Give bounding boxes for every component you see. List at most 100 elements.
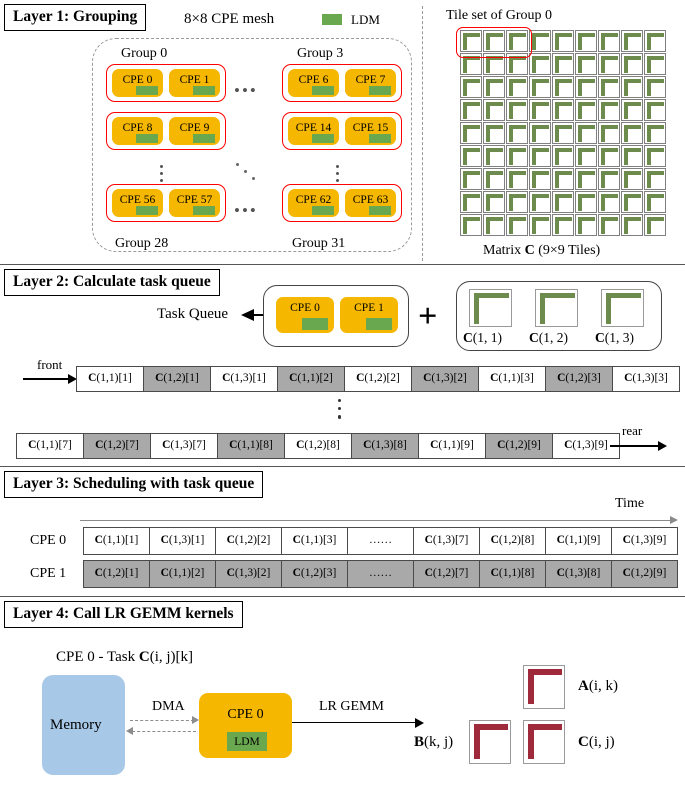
layer2-cpe-1: CPE 1 <box>340 297 398 333</box>
tile-left-bar <box>486 79 490 96</box>
tile-top-bar <box>557 102 572 106</box>
tile-left-bar <box>647 102 651 119</box>
cpe-pair-frame: CPE 0 CPE 1 <box>106 64 226 102</box>
tile-top-bar <box>603 33 618 37</box>
matrix-tile <box>598 76 620 98</box>
ellipsis-h-row1: ••• <box>234 81 258 100</box>
matrix-tile <box>460 99 482 121</box>
tileset-label: Tile set of Group 0 <box>446 8 553 23</box>
tile-top-bar <box>649 33 664 37</box>
ldm-legend-label: LDM <box>351 12 380 27</box>
tile-left-bar <box>601 171 605 188</box>
layer2-tile <box>601 289 644 327</box>
tile-top-bar <box>603 56 618 60</box>
cell-rest: (1,3)[7] <box>170 439 206 452</box>
tile-left-bar <box>647 79 651 96</box>
tile-top-bar <box>511 194 526 198</box>
queue-cell: C (1,1)[1] <box>76 366 144 392</box>
tile-top-bar <box>649 125 664 129</box>
queue-ellipsis <box>338 399 342 424</box>
tile-left-bar <box>532 148 536 165</box>
tileset-highlight <box>456 27 532 58</box>
tile-top-bar <box>511 102 526 106</box>
tile-top-bar <box>488 102 503 106</box>
tile-left-bar <box>624 56 628 73</box>
cpe-block: CPE 9 <box>169 117 220 145</box>
cell-bold: C <box>160 567 169 580</box>
tile-left-bar <box>555 79 559 96</box>
cell-rest: (1,1)[1] <box>102 534 139 547</box>
tile-left-bar <box>486 125 490 142</box>
matrix-b-tile <box>469 720 511 764</box>
matrix-tile <box>529 191 551 213</box>
cpe-label: CPE 56 <box>119 194 156 206</box>
dma-arrow-to-cpe-head <box>192 716 199 724</box>
group-label-top-right: Group 3 <box>297 46 344 61</box>
matrix-tile <box>575 53 597 75</box>
queue-cell: C (1,1)[1] <box>83 527 150 555</box>
tile-left-bar <box>532 125 536 142</box>
matrix-tile <box>552 53 574 75</box>
matrix-caption-post: (9×9 Tiles) <box>534 243 601 258</box>
dma-arrow-to-memory-head <box>126 727 133 735</box>
rear-arrow-head <box>658 441 667 451</box>
cpe-label: CPE 57 <box>176 194 213 206</box>
tile-left-bar <box>532 102 536 119</box>
tile-left-bar <box>532 79 536 96</box>
queue-cell: C (1,2)[7] <box>413 560 480 588</box>
task-caption-pre: CPE 0 - Task <box>56 649 139 665</box>
tile-left-bar <box>624 148 628 165</box>
tile-top-bar <box>511 125 526 129</box>
tile-left-bar <box>463 56 467 73</box>
cell-rest: (1,3)[1] <box>168 534 205 547</box>
matrix-c-rest: (i, j) <box>588 734 615 750</box>
tile-left-bar <box>624 194 628 211</box>
queue-cell: C (1,2)[3] <box>545 366 613 392</box>
cell-rest: (1,2)[3] <box>565 372 601 385</box>
matrix-tile <box>483 191 505 213</box>
matrix-tile <box>506 145 528 167</box>
matrix-tile <box>598 99 620 121</box>
cell-bold: C <box>556 534 565 547</box>
matrix-tile <box>529 145 551 167</box>
queue-cell: C (1,3)[9] <box>611 527 678 555</box>
cell-bold: C <box>292 534 301 547</box>
cpe-label: CPE 14 <box>295 122 332 134</box>
cell-bold: C <box>424 567 433 580</box>
matrix-tile <box>644 53 666 75</box>
tile-top-bar <box>603 148 618 152</box>
layer4-title: Layer 4: Call LR GEMM kernels <box>4 601 243 628</box>
divider-layer2-layer3 <box>0 466 685 467</box>
matrix-tile <box>483 145 505 167</box>
time-axis-label: Time <box>615 496 645 511</box>
tile-top-bar <box>580 33 595 37</box>
matrix-tile <box>621 168 643 190</box>
tile-top-bar <box>488 125 503 129</box>
tile-label-bold: C <box>463 330 473 345</box>
tile-top-bar <box>465 102 480 106</box>
queue-cell: C (1,1)[3] <box>478 366 546 392</box>
tile-left-bar <box>532 194 536 211</box>
time-axis-arrow <box>670 516 678 524</box>
cpe-block: CPE 57 <box>169 189 220 217</box>
tile-left-bar <box>509 125 513 142</box>
tile-top-bar <box>557 194 572 198</box>
layer2-tile-label: C(1, 2) <box>529 331 568 345</box>
dma-arrow-to-memory <box>132 731 196 732</box>
tile-left-bar <box>486 194 490 211</box>
cpe-block: CPE 56 <box>112 189 163 217</box>
rear-arrow-shaft <box>610 445 660 447</box>
matrix-tile <box>575 191 597 213</box>
cell-rest: (1,3)[9] <box>572 439 608 452</box>
cell-bold: C <box>226 567 235 580</box>
cpe-row-label: CPE 0 <box>30 533 67 548</box>
tile-left-bar <box>578 171 582 188</box>
layer2-title: Layer 2: Calculate task queue <box>4 269 220 296</box>
tile-top-bar <box>626 148 641 152</box>
tile-left-bar <box>601 33 605 50</box>
cell-bold: C <box>94 567 103 580</box>
tile-left-bar <box>474 293 479 324</box>
matrix-tile <box>506 191 528 213</box>
tile-top-bar <box>511 148 526 152</box>
tile-top-bar <box>534 194 549 198</box>
